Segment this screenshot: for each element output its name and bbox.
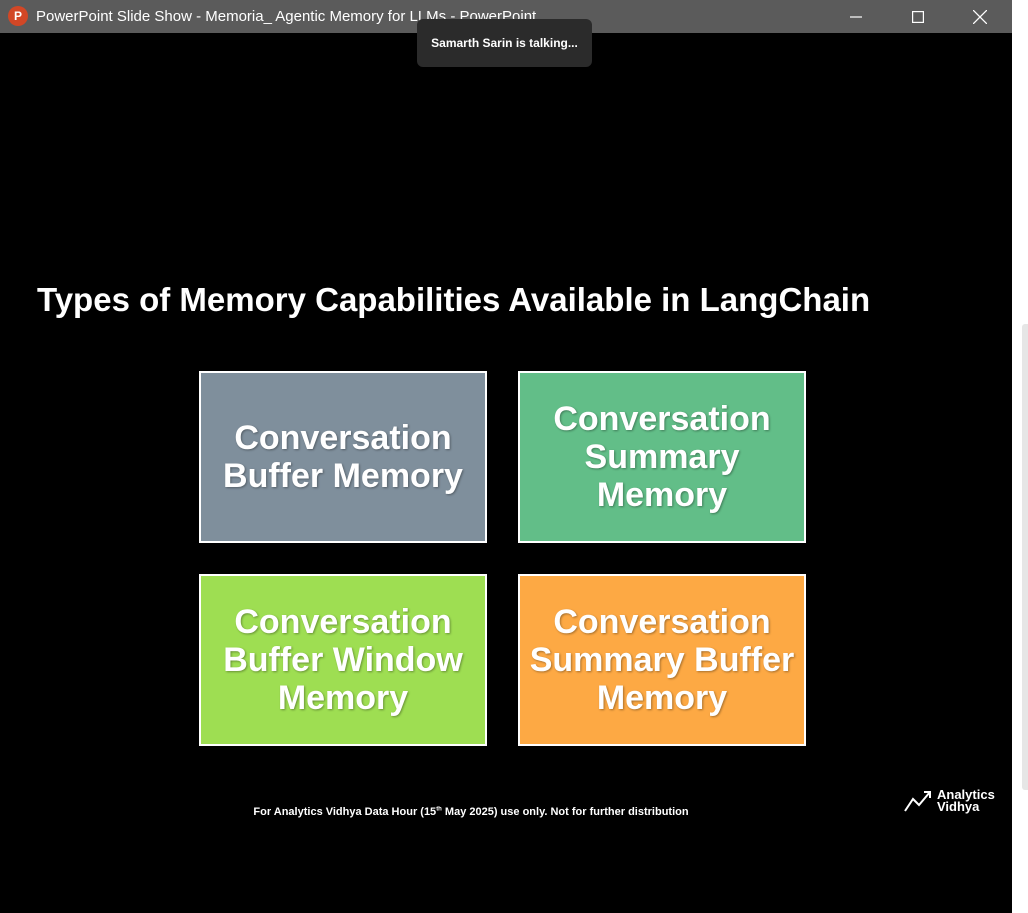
slide-footer: For Analytics Vidhya Data Hour (15th May… [0,806,942,818]
logo-text-line2: Vidhya [937,799,980,814]
analytics-vidhya-logo: Analytics Vidhya [903,788,995,814]
memory-box-label: Conversation Summary Memory [553,400,771,514]
close-button[interactable] [949,0,1011,33]
powerpoint-icon: P [8,6,28,26]
logo-chart-icon [904,791,931,812]
side-panel-tab[interactable] [1022,324,1028,790]
memory-box-summary-buffer: Conversation Summary Buffer Memory [518,574,806,746]
talking-notification: Samarth Sarin is talking... [417,19,592,67]
close-icon [973,9,987,24]
memory-box-buffer-window: Conversation Buffer Window Memory [199,574,487,746]
slide-title: Types of Memory Capabilities Available i… [37,281,871,318]
maximize-button[interactable] [887,0,949,33]
talking-notification-text: Samarth Sarin is talking... [431,36,578,50]
memory-box-label: Conversation Summary Buffer Memory [529,603,795,717]
footer-text-end: May 2025) use only. Not for further dist… [441,806,689,818]
maximize-icon [912,10,924,23]
footer-text-start: For Analytics Vidhya Data Hour (15 [253,806,437,818]
slideshow-window: P PowerPoint Slide Show - Memoria_ Agent… [0,0,1012,913]
memory-box-label: Conversation Buffer Window Memory [223,603,463,717]
minimize-button[interactable] [825,0,887,33]
memory-box-label: Conversation Buffer Memory [223,419,463,495]
memory-box-summary: Conversation Summary Memory [518,371,806,543]
memory-box-buffer: Conversation Buffer Memory [199,371,487,543]
minimize-icon [850,15,862,18]
